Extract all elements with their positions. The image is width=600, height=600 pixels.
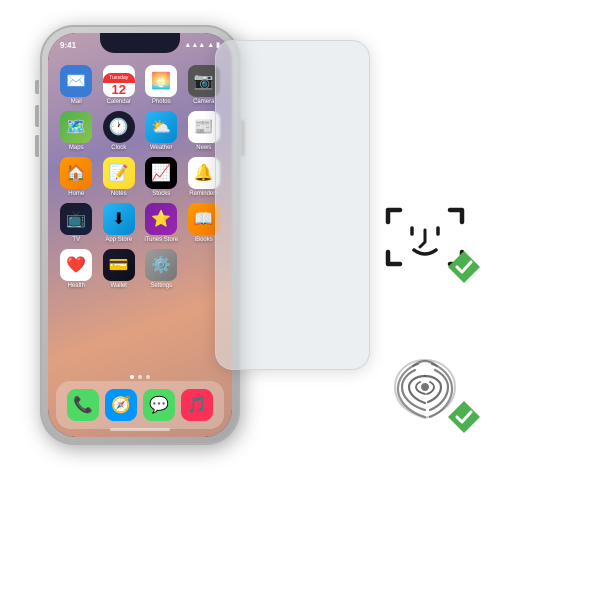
wifi-icon: ▲ (207, 42, 214, 49)
fingerprint-check (446, 399, 482, 440)
volume-down-button (35, 135, 39, 157)
news-label: News (196, 145, 211, 151)
status-icons: ▲▲▲ ▲ ▮ (184, 41, 220, 49)
wallet-icon: 💳 (103, 249, 135, 281)
reminders-label: Reminders (189, 191, 218, 197)
home-indicator (110, 428, 170, 431)
notes-label: Notes (111, 191, 127, 197)
app-clock[interactable]: 🕐 Clock (101, 111, 138, 151)
status-bar: 9:41 ▲▲▲ ▲ ▮ (48, 36, 232, 54)
home-label: Home (68, 191, 84, 197)
phone-icon: 📞 (67, 389, 99, 421)
status-time: 9:41 (60, 41, 76, 50)
volume-up-button (35, 105, 39, 127)
stocks-label: Stocks (152, 191, 170, 197)
check-icon-fingerprint (446, 399, 482, 435)
app-weather[interactable]: ⛅ Weather (143, 111, 180, 151)
app-stocks[interactable]: 📈 Stocks (143, 157, 180, 197)
appstore-label: App Store (105, 237, 132, 243)
dock: 📞 🧭 💬 🎵 (56, 381, 224, 429)
health-label: Health (68, 283, 85, 289)
fingerprint-container (380, 350, 470, 430)
weather-label: Weather (150, 145, 173, 151)
mail-label: Mail (71, 99, 82, 105)
dot-1 (130, 375, 134, 379)
dot-3 (146, 375, 150, 379)
app-mail[interactable]: ✉️ Mail (58, 65, 95, 105)
face-id-check (446, 249, 482, 290)
main-scene: 9:41 ▲▲▲ ▲ ▮ ✉️ Mail (20, 15, 580, 585)
app-tv[interactable]: 📺 TV (58, 203, 95, 243)
app-appstore[interactable]: ⬇ App Store (101, 203, 138, 243)
safari-icon: 🧭 (105, 389, 137, 421)
dot-2 (138, 375, 142, 379)
tv-icon: 📺 (60, 203, 92, 235)
dock-safari[interactable]: 🧭 (105, 389, 137, 421)
face-id-feature (380, 200, 470, 280)
itunes-label: iTunes Store (144, 237, 178, 243)
appstore-icon: ⬇ (103, 203, 135, 235)
app-wallet[interactable]: 💳 Wallet (101, 249, 138, 289)
messages-icon: 💬 (143, 389, 175, 421)
tv-label: TV (72, 237, 80, 243)
iphone-screen: 9:41 ▲▲▲ ▲ ▮ ✉️ Mail (48, 33, 232, 437)
notes-icon: 📝 (103, 157, 135, 189)
settings-label: Settings (150, 283, 172, 289)
dock-phone[interactable]: 📞 (67, 389, 99, 421)
app-maps[interactable]: 🗺️ Maps (58, 111, 95, 151)
home-icon: 🏠 (60, 157, 92, 189)
fingerprint-feature (380, 350, 470, 430)
calendar-label: Calendar (107, 99, 131, 105)
music-icon: 🎵 (181, 389, 213, 421)
app-notes[interactable]: 📝 Notes (101, 157, 138, 197)
itunes-icon: ⭐ (145, 203, 177, 235)
clock-icon: 🕐 (103, 111, 135, 143)
wallet-label: Wallet (111, 283, 127, 289)
health-icon: ❤️ (60, 249, 92, 281)
calendar-icon: Tuesday 12 (103, 65, 135, 97)
photos-icon: 🌅 (145, 65, 177, 97)
weather-icon: ⛅ (145, 111, 177, 143)
features-panel (330, 45, 520, 585)
iphone-device: 9:41 ▲▲▲ ▲ ▮ ✉️ Mail (40, 25, 240, 445)
iphone-inner: 9:41 ▲▲▲ ▲ ▮ ✉️ Mail (48, 33, 232, 437)
app-itunes[interactable]: ⭐ iTunes Store (143, 203, 180, 243)
signal-icon: ▲▲▲ (184, 42, 205, 49)
dock-music[interactable]: 🎵 (181, 389, 213, 421)
page-dots (130, 375, 150, 379)
silent-button (35, 80, 39, 94)
app-photos[interactable]: 🌅 Photos (143, 65, 180, 105)
app-home[interactable]: 🏠 Home (58, 157, 95, 197)
clock-label: Clock (111, 145, 126, 151)
app-calendar[interactable]: Tuesday 12 Calendar (101, 65, 138, 105)
maps-icon: 🗺️ (60, 111, 92, 143)
face-id-container (380, 200, 470, 280)
app-health[interactable]: ❤️ Health (58, 249, 95, 289)
mail-icon: ✉️ (60, 65, 92, 97)
maps-label: Maps (69, 145, 84, 151)
app-settings[interactable]: ⚙️ Settings (143, 249, 180, 289)
photos-label: Photos (152, 99, 171, 105)
settings-icon: ⚙️ (145, 249, 177, 281)
dock-messages[interactable]: 💬 (143, 389, 175, 421)
check-icon-face (446, 249, 482, 285)
camera-label: Camera (193, 99, 214, 105)
app-grid: ✉️ Mail Tuesday 12 Calendar 🌅 Photos (54, 61, 226, 293)
ibooks-label: iBooks (195, 237, 213, 243)
stocks-icon: 📈 (145, 157, 177, 189)
